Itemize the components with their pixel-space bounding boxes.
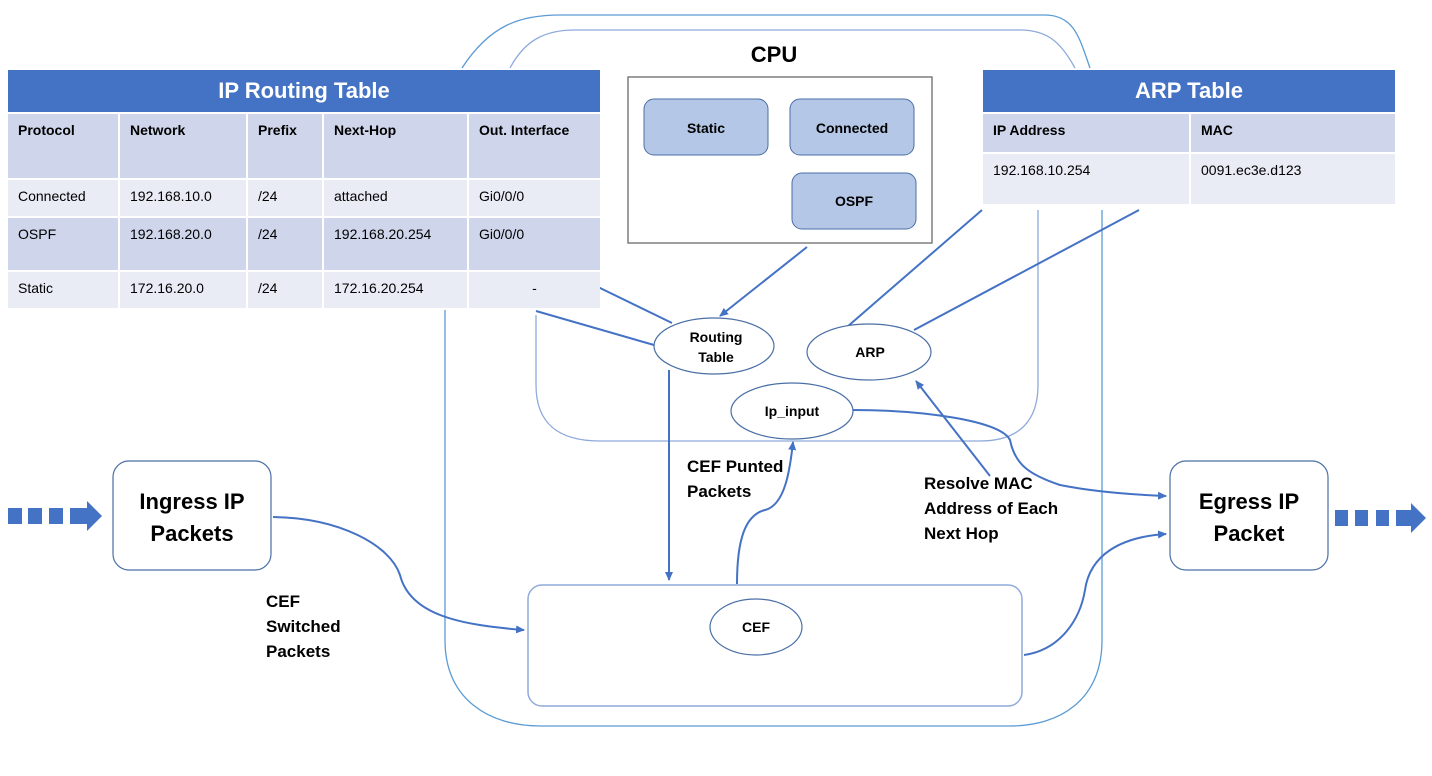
- ingress-to-cef-arrow: [272, 516, 525, 634]
- cef-to-egress-arrow: [1023, 530, 1167, 656]
- cef-punted-label-1: CEF Punted: [687, 457, 783, 476]
- ingress-box[interactable]: [112, 460, 272, 571]
- table-row: Static 172.16.20.0 /24 172.16.20.254 -: [8, 270, 600, 308]
- source-ospf-label: OSPF: [835, 193, 874, 209]
- sources-to-routing-table-arrow: [719, 246, 808, 317]
- egress-flow-arrow-icon: [1335, 503, 1426, 533]
- routing-table-node[interactable]: [653, 317, 775, 375]
- arp-link-2: [913, 209, 1140, 331]
- column-header: IP Address: [983, 112, 1191, 152]
- cef-switched-label-1: CEF: [266, 592, 300, 611]
- cell: /24: [248, 270, 324, 308]
- column-header: Out. Interface: [469, 112, 600, 178]
- column-header: Prefix: [248, 112, 324, 178]
- cell: Gi0/0/0: [469, 178, 600, 216]
- resolve-mac-arrow: [915, 380, 991, 477]
- column-header: MAC: [1191, 112, 1395, 152]
- ingress-label-1: Ingress IP: [139, 489, 244, 514]
- column-header: Protocol: [8, 112, 120, 178]
- routing-table-node-label-1: Routing: [690, 329, 743, 345]
- cpu-title: CPU: [751, 42, 797, 67]
- cef-punted-label-2: Packets: [687, 482, 751, 501]
- cell: 192.168.20.254: [324, 216, 469, 270]
- column-header: Network: [120, 112, 248, 178]
- cef-node-label: CEF: [742, 619, 770, 635]
- ingress-flow-arrow-icon: [8, 501, 102, 531]
- routing-table-title: IP Routing Table: [8, 70, 600, 112]
- cell: Gi0/0/0: [469, 216, 600, 270]
- cell: 192.168.10.254: [983, 152, 1191, 204]
- arp-node-label: ARP: [855, 344, 885, 360]
- egress-label-2: Packet: [1214, 521, 1286, 546]
- cell: /24: [248, 216, 324, 270]
- cell: 0091.ec3e.d123: [1191, 152, 1395, 204]
- cell: 172.16.20.0: [120, 270, 248, 308]
- resolve-mac-label-2: Address of Each: [924, 499, 1058, 518]
- source-connected-label: Connected: [816, 120, 888, 136]
- ingress-label-2: Packets: [150, 521, 233, 546]
- resolve-mac-label-1: Resolve MAC: [924, 474, 1033, 493]
- egress-box[interactable]: [1169, 460, 1329, 571]
- cell: -: [469, 270, 600, 308]
- cell: Static: [8, 270, 120, 308]
- cell: 172.16.20.254: [324, 270, 469, 308]
- routing-table-link-1: [597, 286, 673, 324]
- table-row: OSPF 192.168.20.0 /24 192.168.20.254 Gi0…: [8, 216, 600, 270]
- cell: 192.168.20.0: [120, 216, 248, 270]
- source-static-label: Static: [687, 120, 725, 136]
- routing-table-node-label-2: Table: [698, 349, 734, 365]
- resolve-mac-label-3: Next Hop: [924, 524, 999, 543]
- ip-routing-table: IP Routing Table Protocol Network Prefix…: [8, 70, 600, 308]
- table-row: 192.168.10.254 0091.ec3e.d123: [983, 152, 1395, 204]
- cef-switched-label-3: Packets: [266, 642, 330, 661]
- cell: 192.168.10.0: [120, 178, 248, 216]
- cef-switched-label-2: Switched: [266, 617, 341, 636]
- ip-input-node-label: Ip_input: [765, 403, 820, 419]
- table-row: Connected 192.168.10.0 /24 attached Gi0/…: [8, 178, 600, 216]
- cell: /24: [248, 178, 324, 216]
- cell: Connected: [8, 178, 120, 216]
- column-header: Next-Hop: [324, 112, 469, 178]
- cell: attached: [324, 178, 469, 216]
- cell: OSPF: [8, 216, 120, 270]
- routing-table-link-2: [535, 310, 655, 346]
- arp-table: ARP Table IP Address MAC 192.168.10.254 …: [983, 70, 1395, 204]
- arp-table-title: ARP Table: [983, 70, 1395, 112]
- egress-label-1: Egress IP: [1199, 489, 1299, 514]
